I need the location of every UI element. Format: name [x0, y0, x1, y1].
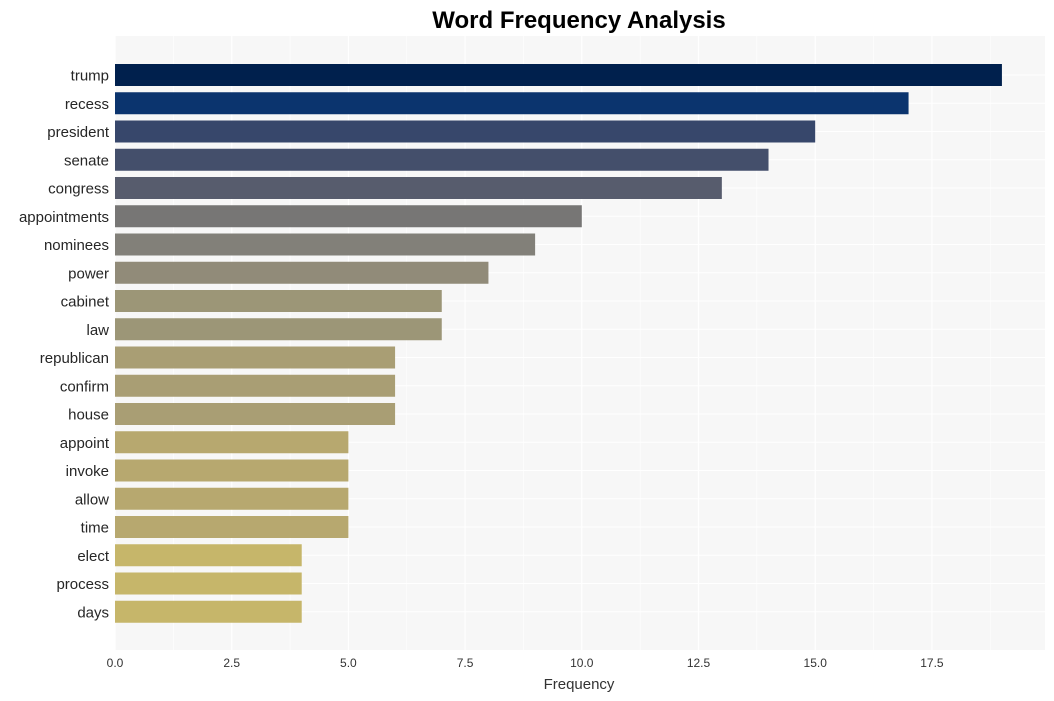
y-tick-label-days: days	[77, 604, 109, 621]
bar-confirm	[115, 374, 396, 397]
bar-law	[115, 318, 442, 341]
y-tick-label-president: president	[47, 124, 110, 141]
bar-process	[115, 572, 302, 595]
x-tick-label: 12.5	[687, 656, 711, 670]
x-tick-label: 15.0	[804, 656, 828, 670]
x-tick-label: 2.5	[223, 656, 240, 670]
bar-senate	[115, 148, 769, 171]
x-tick-label: 10.0	[570, 656, 594, 670]
bar-invoke	[115, 459, 349, 482]
bar-days	[115, 600, 302, 623]
x-axis-label: Frequency	[544, 676, 615, 693]
y-tick-label-republican: republican	[40, 350, 109, 367]
y-tick-label-confirm: confirm	[60, 378, 109, 395]
bar-republican	[115, 346, 396, 369]
y-tick-label-nominees: nominees	[44, 237, 109, 254]
y-tick-label-congress: congress	[48, 181, 109, 198]
y-tick-label-senate: senate	[64, 152, 109, 169]
y-tick-label-allow: allow	[75, 491, 109, 508]
y-tick-label-law: law	[86, 322, 109, 339]
bar-power	[115, 261, 489, 284]
y-tick-label-house: house	[68, 407, 109, 424]
bar-cabinet	[115, 290, 442, 312]
bar-appointments	[115, 205, 582, 228]
bar-house	[115, 403, 396, 425]
x-tick-labels: 0.0 2.5 5.0 7.5 10.0 12.5 15.0 17.5	[107, 656, 944, 670]
x-tick-label: 17.5	[920, 656, 944, 670]
y-tick-label-invoke: invoke	[66, 463, 109, 480]
bar-trump	[115, 64, 1002, 86]
bar-appoint	[115, 431, 349, 454]
y-tick-label-power: power	[68, 265, 109, 282]
x-tick-label: 7.5	[457, 656, 474, 670]
bar-time	[115, 516, 349, 538]
y-tick-label-appoint: appoint	[60, 435, 110, 452]
x-tick-label: 0.0	[107, 656, 124, 670]
bar-president	[115, 120, 816, 143]
y-tick-label-recess: recess	[65, 96, 109, 113]
y-tick-label-elect: elect	[77, 548, 110, 565]
x-tick-label: 5.0	[340, 656, 357, 670]
chart-title: Word Frequency Analysis	[432, 7, 725, 34]
y-tick-label-appointments: appointments	[19, 209, 109, 226]
y-tick-label-process: process	[56, 576, 109, 593]
y-tick-label-time: time	[81, 520, 109, 537]
bar-chart: trump recess president senate congress appoin…	[19, 7, 1045, 693]
bar-recess	[115, 92, 909, 115]
bar-nominees	[115, 233, 536, 256]
y-tick-label-cabinet: cabinet	[61, 294, 110, 311]
y-tick-labels: trump recess president senate congress appoin…	[19, 68, 110, 622]
bar-congress	[115, 177, 722, 199]
y-tick-label-trump: trump	[71, 68, 109, 85]
bar-allow	[115, 487, 349, 510]
bar-elect	[115, 544, 302, 567]
